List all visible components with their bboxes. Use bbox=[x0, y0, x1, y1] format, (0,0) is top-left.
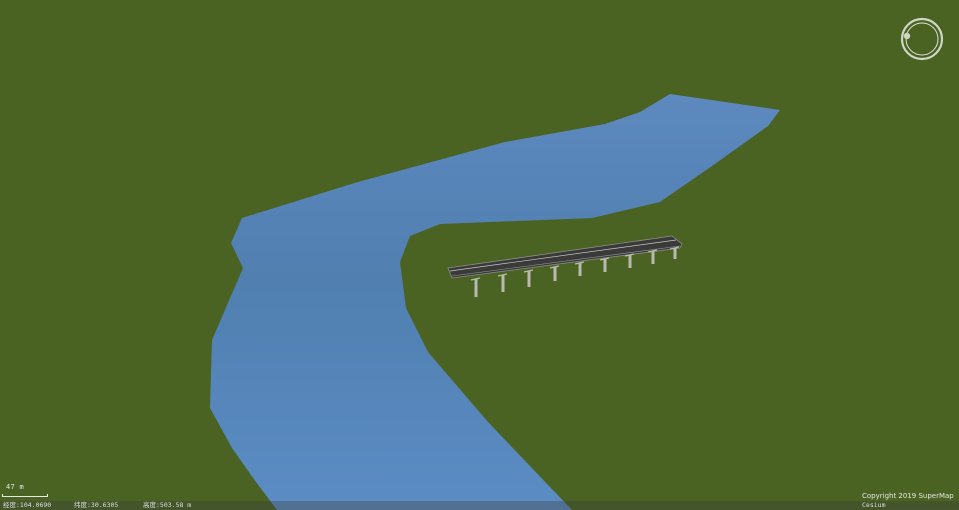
height-readout: 高度:503.58 m bbox=[143, 501, 192, 509]
bridge-pier bbox=[651, 251, 655, 264]
scale-label: 47 m bbox=[6, 483, 25, 491]
bridge-pier bbox=[603, 259, 607, 272]
bridge-pier bbox=[501, 275, 505, 292]
scale-line bbox=[2, 494, 48, 497]
compass-icon[interactable] bbox=[899, 16, 945, 62]
bridge-pier bbox=[673, 248, 677, 259]
copyright-text: Copyright 2019 SuperMap bbox=[862, 492, 954, 500]
latitude-readout: 纬度:30.6305 bbox=[74, 501, 119, 509]
bridge-pier bbox=[553, 267, 557, 281]
bridge-pier bbox=[474, 279, 478, 297]
bridge-pier bbox=[628, 255, 632, 268]
longitude-readout: 经度:104.0690 bbox=[3, 501, 52, 509]
map-scene[interactable] bbox=[0, 0, 959, 510]
bridge-pier bbox=[527, 271, 531, 287]
bridge-pier bbox=[578, 263, 582, 276]
copyright-sub-text: Cesium bbox=[862, 501, 886, 509]
